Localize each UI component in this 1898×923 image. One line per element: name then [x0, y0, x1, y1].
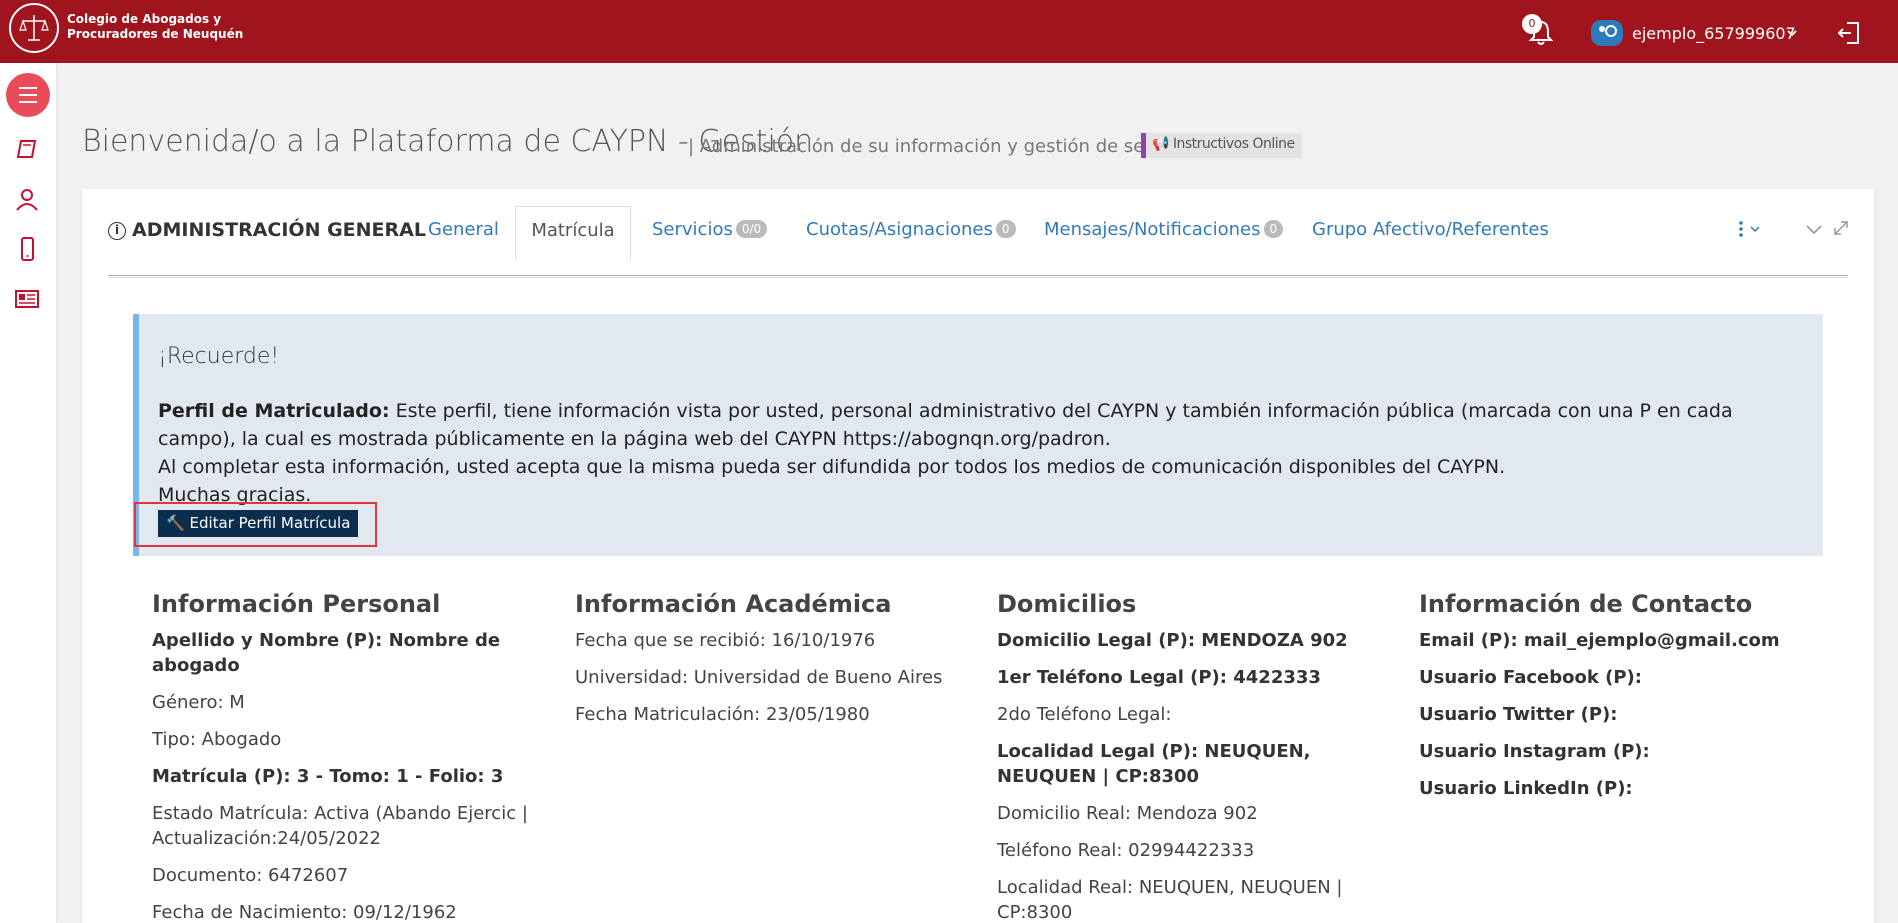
alert-bold-label: Perfil de Matriculado:: [158, 400, 390, 422]
academic-info-section: Información Académica Fecha que se recib…: [575, 590, 975, 739]
field-telefono2: 2do Teléfono Legal:: [997, 704, 1172, 725]
tab-cuotas[interactable]: Cuotas/Asignaciones 0: [806, 219, 1016, 240]
user-icon[interactable]: [14, 186, 40, 212]
tabs-divider-dark: [108, 275, 1848, 276]
tab-mensajes[interactable]: Mensajes/Notificaciones 0: [1044, 219, 1284, 240]
page-subtitle: | Administración de su información y ges…: [688, 136, 1203, 157]
field-email: Email (P): mail_ejemplo@gmail.com: [1419, 630, 1780, 651]
info-icon: i: [108, 222, 126, 240]
notifications-badge: 0: [1522, 14, 1542, 34]
brand-line1: Colegio de Abogados y: [67, 12, 222, 26]
tabs-divider: [108, 277, 1848, 278]
tab-mensajes-label: Mensajes/Notificaciones: [1044, 219, 1261, 240]
cuotas-badge: 0: [995, 220, 1016, 238]
field-instagram: Usuario Instagram (P):: [1419, 741, 1650, 762]
megaphone-icon: 📢: [1152, 136, 1169, 152]
expand-icon[interactable]: [1832, 219, 1850, 241]
field-twitter: Usuario Twitter (P):: [1419, 704, 1618, 725]
card-title: i ADMINISTRACIÓN GENERAL: [108, 219, 426, 241]
tab-grupo-afectivo[interactable]: Grupo Afectivo/Referentes: [1312, 219, 1549, 240]
alert-body: Perfil de Matriculado: Este perfil, tien…: [158, 397, 1808, 509]
field-localidad-legal: Localidad Legal (P): NEUQUEN, NEUQUEN | …: [997, 741, 1311, 787]
contact-info-title: Información de Contacto: [1419, 590, 1753, 618]
addresses-section: Domicilios Domicilio Legal (P): MENDOZA …: [997, 590, 1397, 923]
personal-info-title: Información Personal: [152, 590, 441, 618]
mobile-phone-icon[interactable]: [14, 236, 40, 262]
servicios-badge: 0/0: [735, 220, 768, 238]
field-documento: Documento: 6472607: [152, 865, 349, 886]
tab-matricula[interactable]: Matrícula: [515, 206, 631, 260]
academic-info-title: Información Académica: [575, 590, 892, 618]
tab-servicios[interactable]: Servicios 0/0: [652, 219, 768, 240]
field-tipo: Tipo: Abogado: [152, 729, 282, 750]
hamburger-menu-icon[interactable]: [6, 73, 50, 117]
reminder-alert: ¡Recuerde! Perfil de Matriculado: Este p…: [133, 314, 1823, 556]
collapse-icon[interactable]: [1804, 219, 1824, 243]
logout-icon[interactable]: [1836, 20, 1862, 46]
field-domicilio-real: Domicilio Real: Mendoza 902: [997, 803, 1258, 824]
field-telefono1: 1er Teléfono Legal (P): 4422333: [997, 667, 1321, 688]
caypn-logo[interactable]: [9, 3, 59, 53]
field-nacimiento: Fecha de Nacimiento: 09/12/1962: [152, 902, 457, 923]
brand-line2: Procuradores de Neuquén: [67, 27, 244, 41]
alert-text1: Este perfil, tiene información vista por…: [158, 400, 1733, 450]
left-sidebar: [0, 63, 56, 923]
field-domicilio-legal: Domicilio Legal (P): MENDOZA 902: [997, 630, 1348, 651]
newspaper-icon[interactable]: [14, 286, 40, 312]
tab-cuotas-label: Cuotas/Asignaciones: [806, 219, 993, 240]
user-settings-icon[interactable]: [1591, 20, 1623, 46]
alert-text2: Al completar esta información, usted ace…: [158, 456, 1506, 478]
instructivos-label: Instructivos Online: [1172, 136, 1295, 152]
top-navbar: Colegio de Abogados y Procuradores de Ne…: [0, 0, 1898, 63]
username[interactable]: ejemplo_657999607: [1632, 24, 1796, 43]
alert-title: ¡Recuerde!: [158, 344, 280, 369]
field-universidad: Universidad: Universidad de Bueno Aires: [575, 667, 943, 688]
field-genero: Género: M: [152, 692, 245, 713]
personal-info-section: Información Personal Apellido y Nombre (…: [152, 590, 552, 923]
field-facebook: Usuario Facebook (P):: [1419, 667, 1642, 688]
tab-general[interactable]: General: [428, 219, 499, 240]
field-localidad-real: Localidad Real: NEUQUEN, NEUQUEN | CP:83…: [997, 877, 1343, 923]
scales-icon: [19, 15, 49, 41]
field-telefono-real: Teléfono Real: 02994422333: [997, 840, 1255, 861]
book-icon[interactable]: [14, 136, 40, 162]
instructivos-online-link[interactable]: 📢 Instructivos Online: [1141, 133, 1302, 158]
mensajes-badge: 0: [1263, 220, 1284, 238]
field-matricula: Matrícula (P): 3 - Tomo: 1 - Folio: 3: [152, 766, 504, 787]
chevron-down-icon[interactable]: [1786, 27, 1798, 41]
field-linkedin: Usuario LinkedIn (P):: [1419, 778, 1633, 799]
field-nombre: Apellido y Nombre (P): Nombre de abogado: [152, 630, 501, 676]
field-estado: Estado Matrícula: Activa (Abando Ejercic…: [152, 803, 528, 849]
addresses-title: Domicilios: [997, 590, 1137, 618]
edit-button-highlight: [134, 502, 377, 547]
tab-servicios-label: Servicios: [652, 219, 733, 240]
field-fecha-matriculacion: Fecha Matriculación: 23/05/1980: [575, 704, 870, 725]
contact-info-section: Información de Contacto Email (P): mail_…: [1419, 590, 1819, 813]
brand-name[interactable]: Colegio de Abogados y Procuradores de Ne…: [67, 12, 267, 42]
more-options-icon[interactable]: [1736, 219, 1760, 243]
field-fecha-recibio: Fecha que se recibió: 16/10/1976: [575, 630, 876, 651]
card-title-text: ADMINISTRACIÓN GENERAL: [132, 219, 426, 241]
